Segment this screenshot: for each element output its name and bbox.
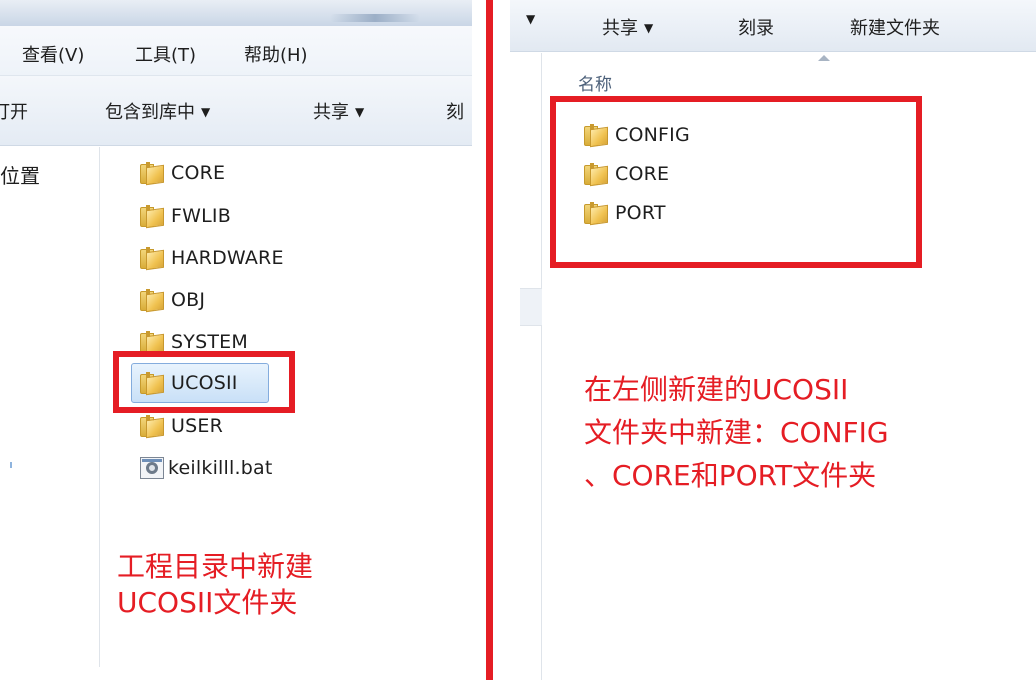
batch-file-icon (140, 457, 164, 479)
share-button[interactable]: 共享 ▼ (602, 14, 653, 40)
left-explorer-window: 查看(V) 工具(T) 帮助(H) 打开 包含到库中 ▼ 共享 ▼ 刻 位置 COR… (0, 0, 472, 680)
chevron-down-icon: ▼ (355, 105, 365, 119)
list-item[interactable]: OBJ (140, 285, 205, 315)
folder-icon (140, 162, 164, 186)
folder-icon (140, 247, 164, 271)
list-item[interactable]: USER (140, 411, 223, 441)
highlight-box (113, 351, 295, 413)
annotation-line: UCOSII文件夹 (117, 586, 298, 619)
list-item[interactable]: keilkilll.bat (140, 453, 272, 483)
chevron-down-icon[interactable]: ▼ (526, 12, 535, 26)
file-name: USER (171, 415, 223, 437)
file-name: keilkilll.bat (168, 457, 273, 479)
folder-icon (140, 205, 164, 229)
burn-button[interactable]: 刻 (446, 98, 464, 124)
file-name: HARDWARE (171, 247, 284, 269)
command-bar: ▼ 共享 ▼ 刻录 新建文件夹 (510, 0, 1036, 52)
navigation-pane[interactable] (0, 147, 100, 667)
share-button[interactable]: 共享 ▼ (313, 98, 364, 124)
annotation-line: 、CORE和PORT文件夹 (584, 459, 877, 492)
nav-location-label[interactable]: 位置 (0, 160, 40, 189)
nav-marker (10, 462, 12, 468)
list-item[interactable]: HARDWARE (140, 243, 284, 273)
file-name: CORE (171, 162, 226, 184)
column-header-name[interactable]: 名称 (578, 70, 612, 95)
menu-tools[interactable]: 工具(T) (135, 41, 196, 67)
list-item[interactable]: CORE (140, 158, 225, 188)
annotation-line: 文件夹中新建：CONFIG (584, 416, 889, 449)
include-in-library-button[interactable]: 包含到库中 ▼ (105, 98, 210, 124)
annotation-text: 工程目录中新建 UCOSII文件夹 (117, 549, 313, 621)
open-button[interactable]: 打开 (0, 98, 28, 124)
annotation-line: 在左侧新建的UCOSII (584, 373, 849, 406)
file-name: OBJ (171, 289, 206, 311)
include-in-library-label: 包含到库中 (105, 102, 195, 123)
annotation-text: 在左侧新建的UCOSII 文件夹中新建：CONFIG 、CORE和PORT文件夹 (584, 368, 889, 497)
annotation-line: 工程目录中新建 (117, 550, 314, 583)
navigation-pane[interactable] (510, 53, 542, 680)
file-name: FWLIB (171, 205, 231, 227)
sort-ascending-icon (818, 55, 830, 61)
folder-icon (140, 415, 164, 439)
menu-help[interactable]: 帮助(H) (244, 41, 308, 67)
menu-bar: 查看(V) 工具(T) 帮助(H) (0, 26, 472, 76)
menu-view[interactable]: 查看(V) (22, 41, 84, 67)
nav-segment (520, 288, 542, 326)
chevron-down-icon: ▼ (644, 21, 654, 35)
right-explorer-window: ▼ 共享 ▼ 刻录 新建文件夹 名称 CONFIG CORE PORT 在左侧新建… (510, 0, 1036, 680)
highlight-box (550, 96, 922, 268)
share-label: 共享 (602, 18, 638, 39)
folder-icon (140, 331, 164, 355)
share-label: 共享 (313, 102, 349, 123)
chevron-down-icon: ▼ (201, 105, 211, 119)
list-item[interactable]: FWLIB (140, 201, 231, 231)
new-folder-button[interactable]: 新建文件夹 (850, 14, 940, 40)
divider-line (486, 0, 493, 680)
folder-icon (140, 289, 164, 313)
title-bar (0, 0, 472, 26)
file-name: SYSTEM (171, 331, 248, 353)
command-bar: 打开 包含到库中 ▼ 共享 ▼ 刻 (0, 76, 472, 146)
burn-button[interactable]: 刻录 (738, 14, 774, 40)
